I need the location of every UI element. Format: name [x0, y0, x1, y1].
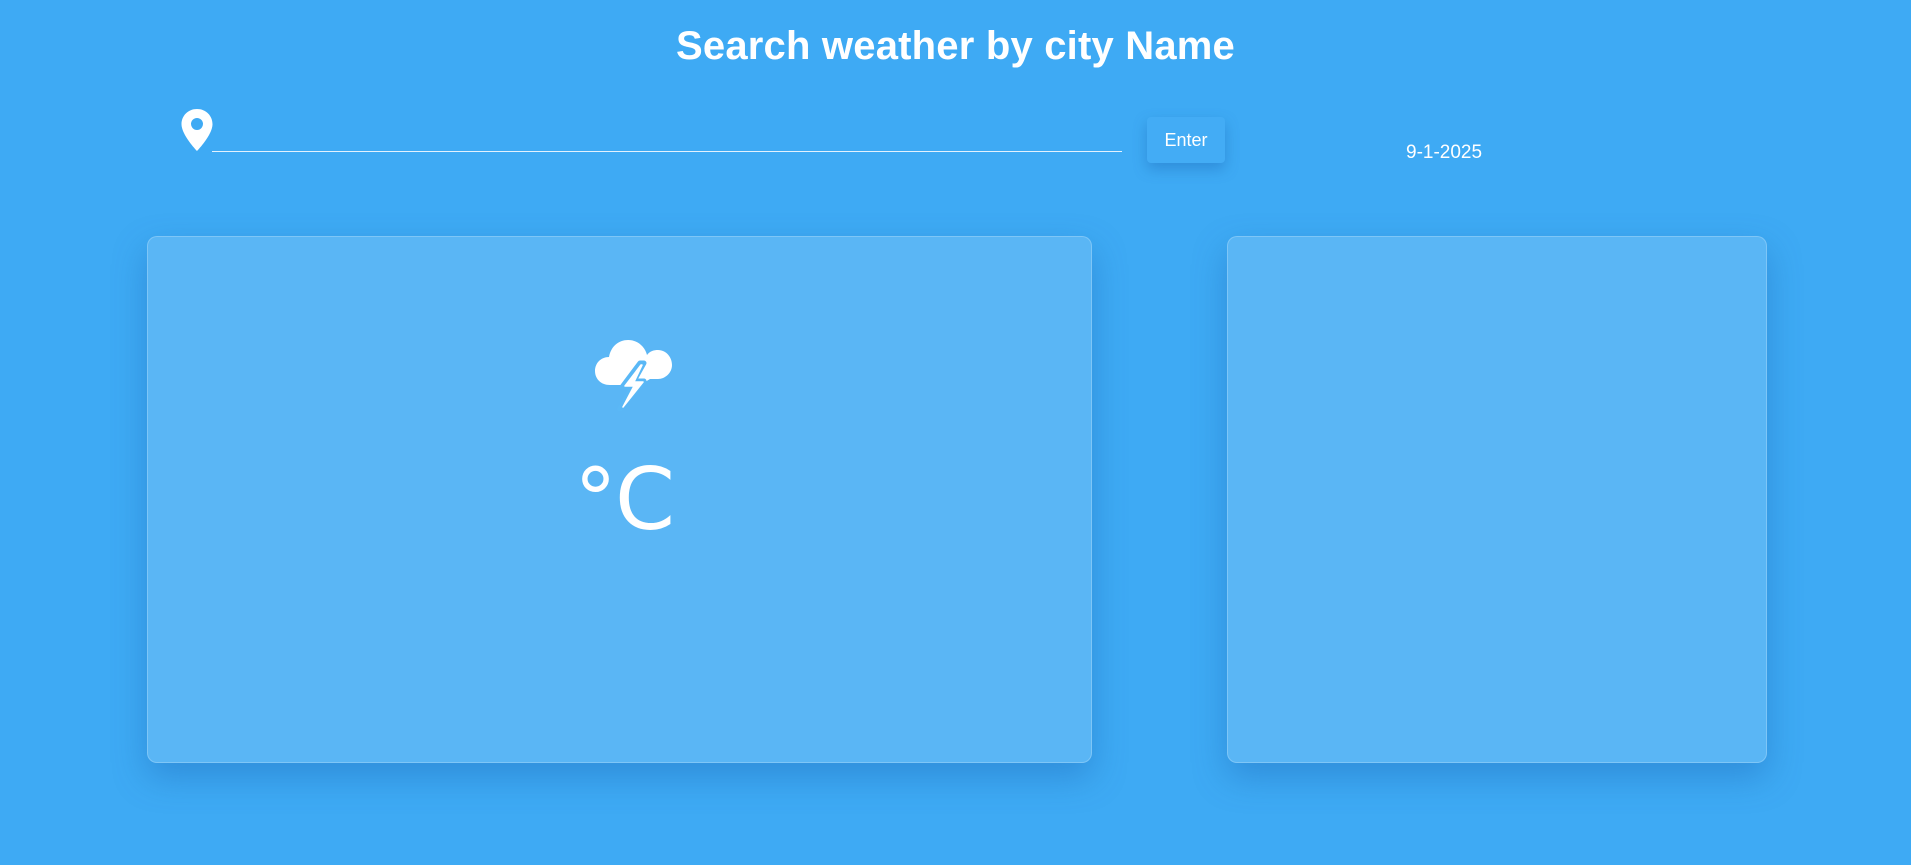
thunderstorm-icon — [592, 329, 674, 412]
enter-button[interactable]: Enter — [1147, 117, 1225, 163]
date-label: 9-1-2025 — [1406, 142, 1483, 163]
current-weather-card: °C — [147, 236, 1092, 763]
page-title: Search weather by city Name — [676, 24, 1235, 68]
weather-details-card — [1227, 236, 1767, 763]
city-search-input[interactable] — [212, 112, 1122, 152]
temperature-unit: °C — [574, 450, 675, 550]
location-pin-icon — [180, 108, 214, 152]
